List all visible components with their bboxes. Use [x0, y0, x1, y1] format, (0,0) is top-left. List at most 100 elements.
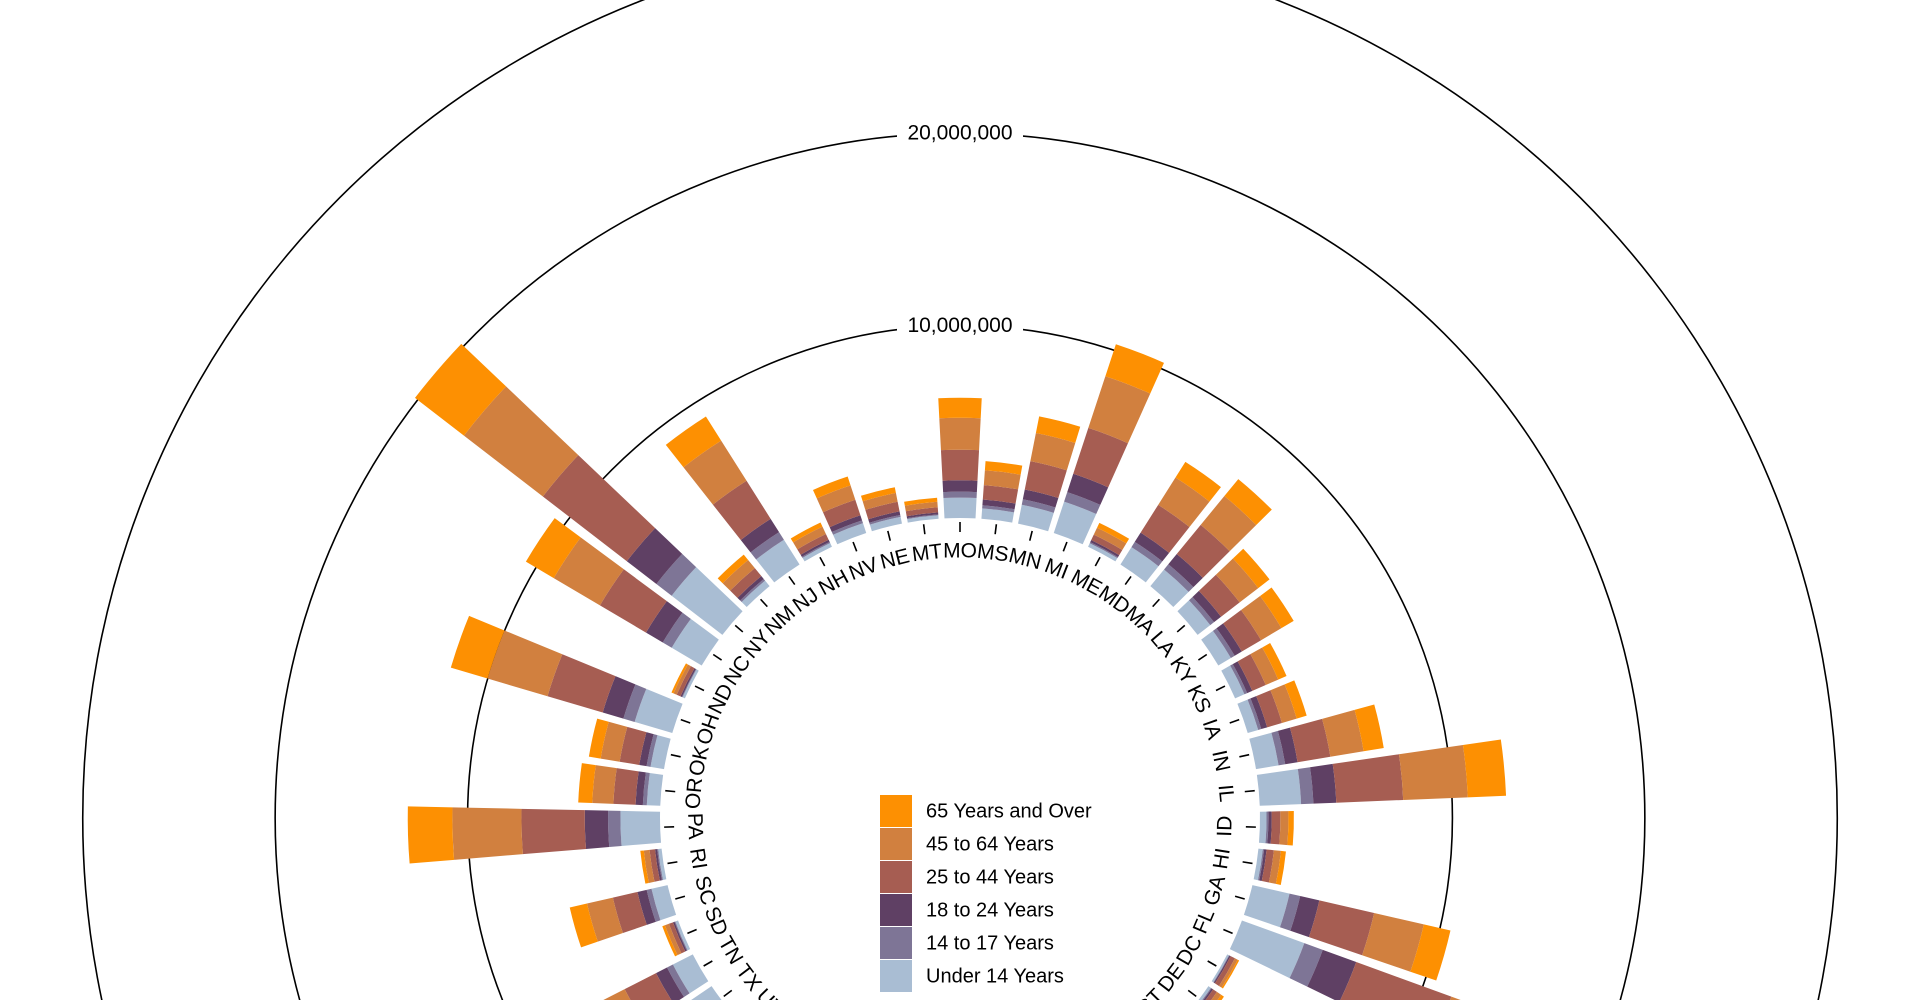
- tick-RI: [667, 861, 678, 865]
- bar-segment-OR-25-to-44-years[interactable]: [613, 768, 639, 805]
- bar-segment-MO-under-14-years[interactable]: [943, 497, 977, 519]
- bar-PA[interactable]: [407, 806, 662, 864]
- bar-segment-IL-65-years-and-over[interactable]: [1462, 739, 1507, 798]
- state-label-KY: KY: [1165, 653, 1200, 689]
- tick-MT: [922, 524, 926, 535]
- tick-ME: [1094, 556, 1101, 567]
- bar-segment-MO-45-to-64-years[interactable]: [939, 417, 981, 451]
- bar-SD[interactable]: [662, 920, 691, 957]
- tick-NH: [819, 556, 826, 567]
- tick-MN: [1028, 530, 1033, 541]
- state-label-TX: TX: [731, 960, 766, 995]
- legend-label-under-14-years: Under 14 Years: [926, 965, 1064, 987]
- legend-label-18-to-24-years: 18 to 24 Years: [926, 899, 1054, 921]
- state-label-IL: IL: [1214, 784, 1239, 804]
- tick-ND: [694, 685, 705, 692]
- tick-OH: [680, 718, 691, 724]
- bar-segment-IL-45-to-64-years[interactable]: [1398, 744, 1468, 800]
- state-label-MS: MS: [976, 540, 1010, 567]
- bar-ID[interactable]: [1258, 811, 1294, 846]
- bar-segment-OR-45-to-64-years[interactable]: [592, 765, 617, 804]
- bar-HI[interactable]: [1253, 848, 1286, 885]
- tick-MA: [1152, 598, 1161, 608]
- tick-IL: [1244, 789, 1255, 793]
- bar-segment-IL-25-to-44-years[interactable]: [1332, 754, 1404, 803]
- legend-swatch-25-to-44-years[interactable]: [880, 861, 912, 893]
- bar-ME[interactable]: [1088, 522, 1130, 562]
- bar-MT[interactable]: [904, 497, 939, 523]
- bar-DC[interactable]: [1211, 954, 1240, 989]
- state-label-NH: NH: [815, 566, 853, 601]
- bar-segment-IL-under-14-years[interactable]: [1256, 768, 1302, 806]
- tick-NM: [759, 598, 768, 608]
- state-label-IN: IN: [1207, 748, 1234, 773]
- tick-NE: [887, 530, 892, 541]
- bar-segment-PA-45-to-64-years[interactable]: [452, 807, 523, 860]
- state-label-ID: ID: [1213, 815, 1237, 837]
- tick-KS: [1215, 685, 1226, 692]
- state-label-OK: OK: [685, 744, 714, 779]
- radial-stacked-bar-chart: WYWIWVWAVAVTUTTXTNSDSCRIPAOROKOHNDNCNYNM…: [82, 0, 1838, 1000]
- radial-chart-container: WYWIWVWAVAVTUTTXTNSDSCRIPAOROKOHNDNCNYNM…: [0, 0, 1920, 1000]
- tick-IN: [1239, 753, 1250, 758]
- bar-segment-MO-65-years-and-over[interactable]: [938, 397, 982, 419]
- legend-swatch-under-14-years[interactable]: [880, 960, 912, 992]
- bar-MO[interactable]: [938, 397, 982, 519]
- bar-segment-MO-25-to-44-years[interactable]: [940, 449, 980, 481]
- state-labels-layer: WYWIWVWAVAVTUTTXTNSDSCRIPAOROKOHNDNCNYNM…: [681, 540, 1238, 1000]
- legend-swatch-45-to-64-years[interactable]: [880, 828, 912, 860]
- state-label-NV: NV: [846, 553, 882, 585]
- bar-segment-GA-25-to-44-years[interactable]: [1308, 900, 1375, 956]
- radial-axis-labels-layer: 10,000,00020,000,00030,000,000: [897, 119, 1023, 340]
- state-label-LA: LA: [1146, 627, 1180, 661]
- bar-SC[interactable]: [569, 885, 677, 948]
- tick-NY: [734, 624, 744, 633]
- state-label-MO: MO: [943, 540, 977, 563]
- state-label-TN: TN: [714, 933, 748, 969]
- legend-swatch-18-to-24-years[interactable]: [880, 894, 912, 926]
- state-label-MN: MN: [1006, 544, 1043, 574]
- bar-segment-PA-18-to-24-years[interactable]: [584, 810, 610, 849]
- bar-segment-ID-45-to-64-years[interactable]: [1279, 811, 1289, 846]
- bar-NE[interactable]: [860, 487, 902, 532]
- radial-axis-label-10000000: 10,000,000: [907, 314, 1012, 337]
- bar-segment-OR-under-14-years[interactable]: [646, 772, 664, 806]
- bar-segment-PA-under-14-years[interactable]: [620, 810, 662, 847]
- legend-swatch-65-years-and-over[interactable]: [880, 795, 912, 827]
- bar-segment-MO-18-to-24-years[interactable]: [942, 480, 978, 493]
- tick-GA: [1234, 895, 1245, 900]
- bar-NH[interactable]: [790, 522, 832, 562]
- bar-ND[interactable]: [671, 663, 699, 699]
- state-label-OR: OR: [681, 777, 707, 810]
- state-label-HI: HI: [1209, 847, 1235, 871]
- tick-HI: [1242, 861, 1253, 865]
- tick-FL: [1223, 928, 1233, 935]
- bar-MS[interactable]: [981, 461, 1023, 523]
- bar-segment-PA-25-to-44-years[interactable]: [521, 808, 587, 855]
- state-label-PA: PA: [683, 813, 707, 840]
- tick-NC: [712, 653, 723, 661]
- state-label-GA: GA: [1200, 873, 1230, 908]
- state-label-KS: KS: [1182, 681, 1215, 716]
- tick-NJ: [788, 575, 796, 586]
- bar-segment-MO-14-to-17-years[interactable]: [943, 491, 977, 499]
- tick-DC: [1207, 960, 1217, 967]
- tick-DE: [1187, 989, 1197, 998]
- bar-DE[interactable]: [1190, 986, 1224, 1000]
- tick-NV: [852, 541, 858, 552]
- bar-segment-PA-14-to-17-years[interactable]: [608, 810, 622, 848]
- bar-segment-IL-18-to-24-years[interactable]: [1310, 763, 1337, 804]
- bar-RI[interactable]: [640, 848, 667, 884]
- bar-segment-ID-25-to-44-years[interactable]: [1270, 811, 1281, 845]
- bar-OR[interactable]: [578, 763, 664, 806]
- bar-TN[interactable]: [574, 954, 709, 1000]
- state-label-SD: SD: [700, 903, 733, 939]
- bar-segment-PA-65-years-and-over[interactable]: [407, 806, 455, 864]
- tick-SD: [687, 928, 697, 935]
- tick-OK: [670, 753, 681, 758]
- legend-swatch-14-to-17-years[interactable]: [880, 927, 912, 959]
- tick-MS: [994, 524, 998, 535]
- tick-KY: [1197, 653, 1208, 661]
- bar-segment-ID-under-14-years[interactable]: [1258, 811, 1267, 844]
- state-label-NE: NE: [878, 544, 912, 573]
